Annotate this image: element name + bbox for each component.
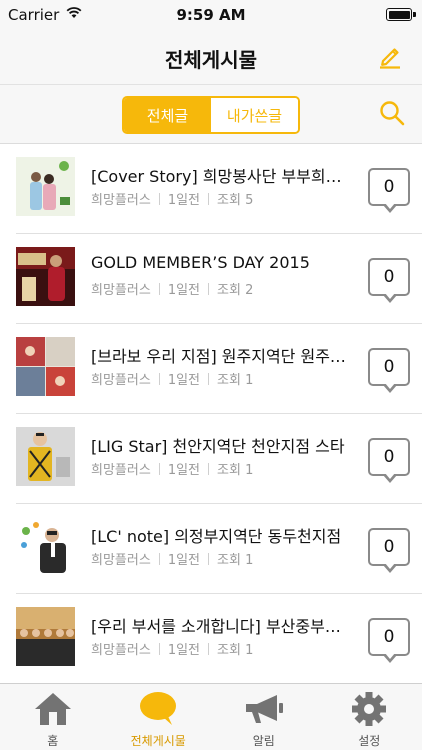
post-time: 1일전 [167, 193, 201, 208]
comment-count-badge: 0 [368, 258, 410, 303]
post-time: 1일전 [167, 553, 201, 568]
post-thumbnail [16, 607, 75, 666]
post-time: 1일전 [167, 283, 201, 298]
post-views: 조회 5 [217, 193, 254, 208]
megaphone-icon [245, 695, 283, 723]
comment-count-badge: 0 [368, 168, 410, 213]
tab-all-posts-nav[interactable]: 전체게시물 [106, 684, 212, 750]
post-title: [Cover Story] 희망봉사단 부부희망봉사단 [91, 167, 353, 186]
home-icon [34, 693, 71, 725]
pencil-icon[interactable] [376, 42, 404, 70]
post-meta: 희망플러스 1일전 조회 1 [91, 639, 253, 658]
post-author: 희망플러스 [91, 283, 151, 298]
filter-bar: 전체글 내가쓴글 [0, 84, 422, 144]
post-row[interactable]: GOLD MEMBER’S DAY 2015 희망플러스 1일전 조회 2 0 [0, 234, 422, 324]
tab-all-posts[interactable]: 전체글 [124, 98, 211, 132]
tab-my-posts[interactable]: 내가쓴글 [211, 98, 298, 132]
post-author: 희망플러스 [91, 643, 151, 658]
battery-icon [386, 8, 416, 21]
post-thumbnail [16, 157, 75, 216]
post-thumbnail [16, 517, 75, 576]
comment-count-badge: 0 [368, 618, 410, 663]
page-title: 전체게시물 [165, 48, 257, 72]
post-title: [우리 부서를 소개합니다] 부산중부지역단 [91, 617, 353, 636]
post-views: 조회 2 [217, 283, 254, 298]
post-meta: 희망플러스 1일전 조회 5 [91, 189, 253, 208]
post-row[interactable]: [브라보 우리 지점] 원주지역단 원주지점 희망플러스 1일전 조회 1 0 [0, 324, 422, 414]
post-views: 조회 1 [217, 373, 254, 388]
post-time: 1일전 [167, 373, 201, 388]
comment-count-badge: 0 [368, 438, 410, 483]
tab-notifications[interactable]: 알림 [211, 684, 317, 750]
chat-bubble-icon [140, 692, 177, 725]
post-title: [브라보 우리 지점] 원주지역단 원주지점 [91, 347, 353, 366]
search-icon[interactable] [378, 99, 406, 127]
navigation-bar: 전체게시물 [0, 30, 422, 84]
post-time: 1일전 [167, 463, 201, 478]
post-author: 희망플러스 [91, 193, 151, 208]
post-author: 희망플러스 [91, 373, 151, 388]
post-row[interactable]: [Cover Story] 희망봉사단 부부희망봉사단 희망플러스 1일전 조회 5… [0, 144, 422, 234]
post-meta: 희망플러스 1일전 조회 1 [91, 549, 253, 568]
post-views: 조회 1 [217, 553, 254, 568]
post-thumbnail [16, 247, 75, 306]
post-meta: 희망플러스 1일전 조회 2 [91, 279, 253, 298]
tab-label: 설정 [358, 734, 381, 748]
tab-label: 전체게시물 [130, 734, 186, 748]
post-views: 조회 1 [217, 463, 254, 478]
post-row[interactable]: [LC' note] 의정부지역단 동두천지점 희망플러스 1일전 조회 1 0 [0, 504, 422, 594]
post-author: 희망플러스 [91, 553, 151, 568]
post-title: GOLD MEMBER’S DAY 2015 [91, 253, 310, 272]
tab-home[interactable]: 홈 [0, 684, 106, 750]
post-meta: 희망플러스 1일전 조회 1 [91, 369, 253, 388]
post-filter-segmented-control: 전체글 내가쓴글 [122, 96, 300, 134]
comment-count-badge: 0 [368, 528, 410, 573]
status-time: 9:59 AM [176, 6, 246, 24]
tab-settings[interactable]: 설정 [317, 684, 422, 750]
gear-icon [352, 692, 387, 726]
post-author: 희망플러스 [91, 463, 151, 478]
post-thumbnail [16, 427, 75, 486]
post-meta: 희망플러스 1일전 조회 1 [91, 459, 253, 478]
post-list: [Cover Story] 희망봉사단 부부희망봉사단 희망플러스 1일전 조회 5… [0, 144, 422, 683]
post-title: [LIG Star] 천안지역단 천안지점 스타 [91, 437, 345, 456]
post-views: 조회 1 [217, 643, 254, 658]
comment-count-badge: 0 [368, 348, 410, 393]
post-title: [LC' note] 의정부지역단 동두천지점 [91, 527, 342, 546]
post-thumbnail [16, 337, 75, 396]
tab-label: 홈 [47, 734, 59, 748]
status-bar: Carrier 9:59 AM [0, 0, 422, 30]
post-row[interactable]: [LIG Star] 천안지역단 천안지점 스타 희망플러스 1일전 조회 1 0 [0, 414, 422, 504]
post-row[interactable]: [우리 부서를 소개합니다] 부산중부지역단 희망플러스 1일전 조회 1 0 [0, 594, 422, 683]
tab-label: 알림 [252, 734, 275, 748]
post-time: 1일전 [167, 643, 201, 658]
tab-bar: 홈 전체게시물 알림 설정 [0, 683, 422, 750]
